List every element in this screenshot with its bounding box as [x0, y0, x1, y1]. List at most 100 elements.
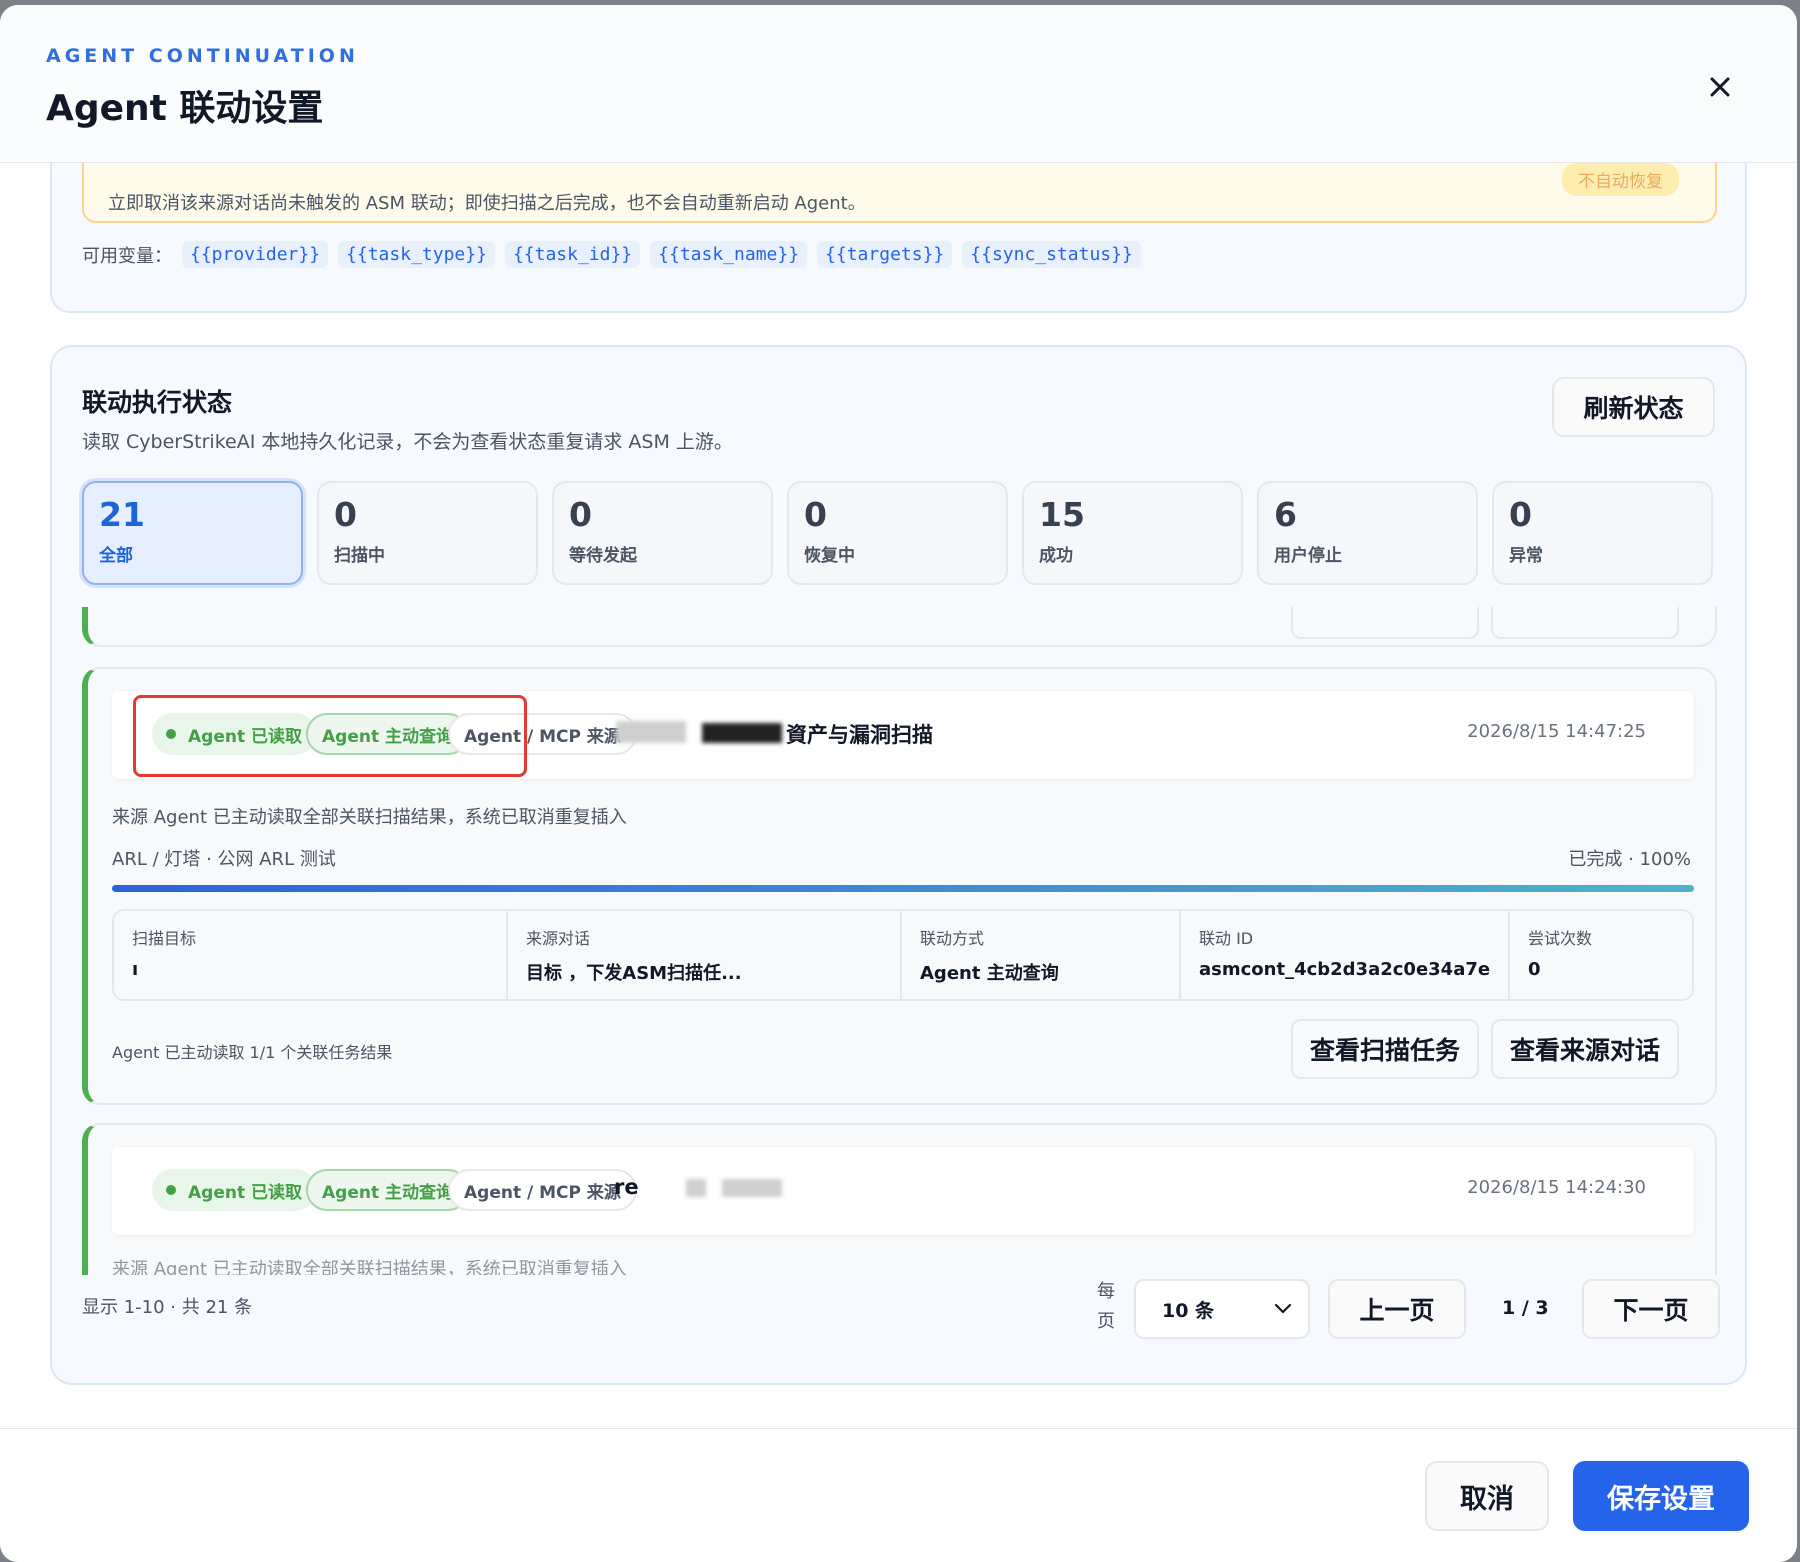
view-source-chat-button[interactable] [1491, 607, 1679, 639]
close-icon [1710, 77, 1730, 97]
notice-text: 立即取消该来源对话尚未触发的 ASM 联动；即使扫描之后完成，也不会自动重新启动… [108, 193, 866, 214]
record-footer-text: Agent 已主动读取 1/1 个关联任务结果 [112, 1043, 393, 1062]
stat-count: 0 [804, 495, 827, 534]
record-progress-bar [112, 885, 1694, 892]
stat-label: 等待发起 [569, 546, 637, 567]
stat-label: 全部 [99, 546, 133, 567]
record-message: 来源 Agent 已主动读取全部关联扫描结果，系统已取消重复插入 [112, 807, 627, 828]
agent-continuation-modal: AGENT CONTINUATION Agent 联动设置 不自动恢复 立即取消… [0, 5, 1797, 1562]
detail-value: 0 [1528, 959, 1541, 980]
variables-label: 可用变量： [82, 245, 172, 267]
record-card [82, 607, 1717, 647]
stat-count: 0 [569, 495, 592, 534]
redacted-block [722, 1179, 782, 1197]
detail-value: Agent 主动查询 [920, 963, 1059, 984]
refresh-status-button[interactable]: 刷新状态 [1552, 377, 1715, 437]
status-section-title: 联动执行状态 [82, 388, 233, 417]
variable-chip[interactable]: {{provider}} [182, 241, 329, 268]
record-progress-text: 已完成 · 100% [1568, 849, 1691, 870]
record-card: Agent 已读取 Agent 主动查询 Agent / MCP 来源 re 2… [82, 1123, 1717, 1275]
record-details: 扫描目标 ı 来源对话 目标 ，下发ASM扫描任... 联动方式 Agent 主… [112, 909, 1694, 1001]
stat-count: 0 [1509, 495, 1532, 534]
stat-label: 扫描中 [334, 546, 385, 567]
variable-chip[interactable]: {{task_type}} [338, 241, 495, 268]
stat-label: 成功 [1039, 546, 1073, 567]
close-button[interactable] [1700, 67, 1740, 107]
detail-mode: 联动方式 Agent 主动查询 [902, 911, 1181, 999]
stat-label: 异常 [1509, 546, 1543, 567]
notice-box: 不自动恢复 立即取消该来源对话尚未触发的 ASM 联动；即使扫描之后完成，也不会… [82, 163, 1717, 223]
detail-continuation-id: 联动 ID asmcont_4cb2d3a2c0e34a7e... [1181, 911, 1510, 999]
cancel-button[interactable]: 取消 [1425, 1461, 1549, 1531]
view-scan-task-button[interactable]: 查看扫描任务 [1291, 1019, 1479, 1079]
record-source: ARL / 灯塔 · 公网 ARL 测试 [112, 849, 336, 870]
stat-count: 15 [1039, 495, 1085, 534]
save-settings-button[interactable]: 保存设置 [1573, 1461, 1749, 1531]
view-source-chat-button[interactable]: 查看来源对话 [1491, 1019, 1679, 1079]
variable-chip[interactable]: {{task_name}} [650, 241, 808, 268]
trigger-settings-section: 不自动恢复 立即取消该来源对话尚未触发的 ASM 联动；即使扫描之后完成，也不会… [50, 163, 1747, 313]
stat-tab-all[interactable]: 21 全部 [82, 481, 303, 585]
stat-label: 恢复中 [804, 546, 855, 567]
stat-tab-error[interactable]: 0 异常 [1492, 481, 1713, 585]
view-scan-task-button[interactable] [1291, 607, 1479, 639]
variable-chip[interactable]: {{task_id}} [504, 241, 641, 268]
detail-source-chat: 来源对话 目标 ，下发ASM扫描任... [508, 911, 902, 999]
record-message: 来源 Agent 已主动读取全部关联扫描结果，系统已取消重复插入 [112, 1259, 627, 1275]
stat-tab-pending[interactable]: 0 等待发起 [552, 481, 773, 585]
variable-chip[interactable]: {{targets}} [817, 241, 953, 268]
mode-badge: Agent 主动查询 [306, 713, 470, 755]
detail-value: ı [132, 959, 139, 980]
records-list[interactable]: Agent 已读取 Agent 主动查询 Agent / MCP 来源 資产与漏… [82, 607, 1717, 1275]
detail-attempts: 尝试次数 0 [1510, 911, 1692, 999]
mode-badge: Agent 主动查询 [306, 1169, 470, 1211]
stat-count: 21 [99, 495, 145, 534]
modal-eyebrow: AGENT CONTINUATION [46, 45, 359, 67]
modal-footer: 取消 保存设置 [0, 1428, 1797, 1562]
per-page-value: 10 条 [1162, 1299, 1215, 1322]
redacted-block [702, 723, 782, 743]
stat-label: 用户停止 [1274, 546, 1342, 567]
redacted-block [616, 721, 686, 743]
agent-read-badge: Agent 已读取 [152, 1169, 317, 1211]
record-card-header: Agent 已读取 Agent 主动查询 Agent / MCP 来源 re 2… [112, 1147, 1694, 1235]
chevron-down-icon [1274, 1303, 1292, 1314]
stat-count: 0 [334, 495, 357, 534]
agent-read-badge: Agent 已读取 [152, 713, 317, 755]
redacted-block [686, 1179, 706, 1197]
stat-tab-resuming[interactable]: 0 恢复中 [787, 481, 1008, 585]
detail-value: asmcont_4cb2d3a2c0e34a7e... [1199, 959, 1490, 980]
detail-label: 来源对话 [526, 929, 591, 948]
record-title: re [614, 1175, 639, 1199]
prev-page-button[interactable]: 上一页 [1328, 1279, 1466, 1339]
pagination-info: 显示 1-10 · 共 21 条 [82, 1297, 253, 1318]
variable-chip[interactable]: {{sync_status}} [962, 241, 1141, 268]
source-badge: Agent / MCP 来源 [448, 1169, 637, 1211]
modal-body[interactable]: 不自动恢复 立即取消该来源对话尚未触发的 ASM 联动；即使扫描之后完成，也不会… [0, 163, 1797, 1428]
per-page-select[interactable]: 10 条 [1134, 1279, 1310, 1339]
status-section: 联动执行状态 读取 CyberStrikeAI 本地持久化记录，不会为查看状态重… [50, 345, 1747, 1385]
record-title: 資产与漏洞扫描 [786, 723, 933, 747]
modal-header: AGENT CONTINUATION Agent 联动设置 [0, 5, 1797, 163]
modal-title: Agent 联动设置 [46, 88, 324, 129]
stat-tab-success[interactable]: 15 成功 [1022, 481, 1243, 585]
per-page-label: 每页 [1097, 1281, 1115, 1332]
next-page-button[interactable]: 下一页 [1582, 1279, 1720, 1339]
detail-value: 目标 ，下发ASM扫描任... [526, 963, 742, 984]
detail-scan-target: 扫描目标 ı [114, 911, 508, 999]
detail-label: 联动 ID [1199, 929, 1254, 948]
page-indicator: 1 / 3 [1502, 1297, 1549, 1319]
notice-badge: 不自动恢复 [1562, 163, 1679, 196]
stat-count: 6 [1274, 495, 1297, 534]
record-time: 2026/8/15 14:47:25 [1467, 721, 1646, 742]
status-dot-icon [166, 729, 176, 739]
record-card-header: Agent 已读取 Agent 主动查询 Agent / MCP 来源 資产与漏… [112, 691, 1694, 779]
stat-tab-scanning[interactable]: 0 扫描中 [317, 481, 538, 585]
status-dot-icon [166, 1185, 176, 1195]
variables-row: 可用变量： {{provider}} {{task_type}} {{task_… [82, 241, 1141, 268]
stat-tab-user-stopped[interactable]: 6 用户停止 [1257, 481, 1478, 585]
status-section-subtitle: 读取 CyberStrikeAI 本地持久化记录，不会为查看状态重复请求 ASM… [82, 431, 733, 453]
detail-label: 联动方式 [920, 929, 985, 948]
detail-label: 扫描目标 [132, 929, 197, 948]
agent-read-label: Agent 已读取 [188, 726, 303, 747]
